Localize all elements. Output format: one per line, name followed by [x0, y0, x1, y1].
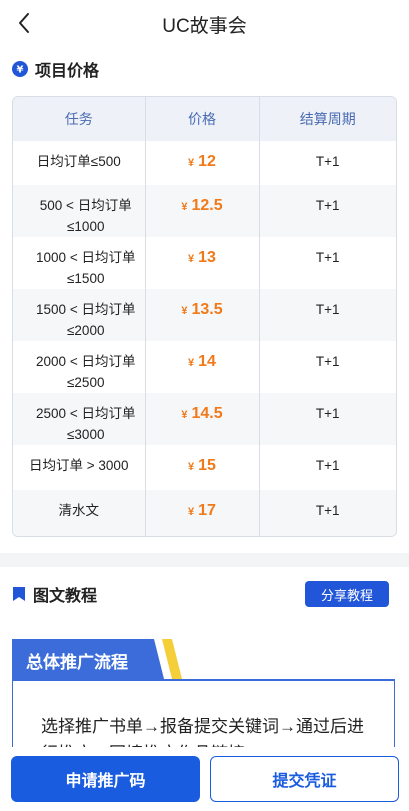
price-section-title: 项目价格 [35, 63, 100, 80]
price-value: 12.5 [191, 197, 223, 214]
table-row: 日均订单 > 3000 ¥15 T+1 [13, 445, 396, 490]
price-cell: ¥15 [144, 445, 259, 490]
task-cell: 2000 < 日均订单≤2500 [36, 354, 136, 390]
table-row: 2000 < 日均订单≤2500 ¥14 T+1 [13, 341, 396, 393]
yen-circle-icon: ¥ [12, 61, 28, 77]
currency-symbol: ¥ [188, 461, 195, 473]
period-cell: T+1 [258, 289, 396, 341]
section-divider [0, 553, 409, 567]
price-cell: ¥12 [144, 141, 259, 185]
price-value: 15 [198, 457, 216, 474]
price-value: 14.5 [191, 405, 223, 422]
price-value: 13.5 [191, 301, 223, 318]
price-cell: ¥13 [144, 237, 259, 289]
currency-symbol: ¥ [181, 409, 188, 421]
back-button[interactable] [10, 9, 38, 37]
currency-symbol: ¥ [188, 253, 195, 265]
task-cell: 日均订单≤500 [36, 154, 121, 169]
price-cell: ¥12.5 [144, 185, 259, 237]
task-cell: 2500 < 日均订单≤3000 [13, 393, 145, 445]
task-cell: 1000 < 日均订单≤1500 [36, 250, 136, 286]
column-header-period: 结算周期 [258, 97, 396, 141]
period-cell: T+1 [258, 141, 396, 185]
period-cell: T+1 [258, 490, 396, 536]
task-cell: 500 < 日均订单≤1000 [13, 185, 145, 237]
price-cell: ¥13.5 [144, 289, 259, 341]
price-value: 14 [198, 353, 216, 370]
currency-symbol: ¥ [188, 157, 195, 169]
price-value: 12 [198, 153, 216, 170]
submit-proof-button[interactable]: 提交凭证 [210, 756, 399, 802]
table-row: 清水文 ¥17 T+1 [13, 490, 396, 536]
period-cell: T+1 [258, 237, 396, 289]
price-section-header: ¥ 项目价格 [0, 48, 409, 90]
currency-symbol: ¥ [181, 305, 188, 317]
column-header-task: 任务 [13, 97, 145, 141]
price-section: ¥ 项目价格 任务 价格 结算周期 日均订单≤500 ¥12 T+1 500 <… [0, 48, 409, 553]
price-cell: ¥17 [144, 490, 259, 536]
task-cell: 清水文 [13, 490, 145, 536]
period-cell: T+1 [258, 341, 396, 393]
table-row: 2500 < 日均订单≤3000 ¥14.5 T+1 [13, 393, 396, 445]
price-cell: ¥14 [144, 341, 259, 393]
price-table: 任务 价格 结算周期 日均订单≤500 ¥12 T+1 500 < 日均订单≤1… [12, 96, 397, 537]
period-cell: T+1 [258, 445, 396, 490]
currency-symbol: ¥ [181, 201, 188, 213]
column-header-price: 价格 [144, 97, 259, 141]
price-value: 13 [198, 249, 216, 266]
table-row: 1000 < 日均订单≤1500 ¥13 T+1 [13, 237, 396, 289]
share-tutorial-button[interactable]: 分享教程 [305, 581, 389, 607]
apply-promo-code-button[interactable]: 申请推广码 [11, 756, 200, 802]
table-row: 日均订单≤500 ¥12 T+1 [13, 141, 396, 185]
flow-title-tab: 总体推广流程 [12, 639, 182, 679]
price-cell: ¥14.5 [144, 393, 259, 445]
table-header-row: 任务 价格 结算周期 [13, 97, 396, 141]
currency-symbol: ¥ [188, 357, 195, 369]
table-row: 1500 < 日均订单≤2000 ¥13.5 T+1 [13, 289, 396, 341]
task-cell: 1500 < 日均订单≤2000 [13, 289, 145, 341]
task-cell: 日均订单 > 3000 [29, 458, 129, 473]
bookmark-icon [12, 586, 26, 602]
table-row: 500 < 日均订单≤1000 ¥12.5 T+1 [13, 185, 396, 237]
period-cell: T+1 [258, 393, 396, 445]
nav-bar: UC故事会 [0, 0, 409, 48]
chevron-left-icon [19, 13, 29, 33]
svg-text:¥: ¥ [17, 65, 24, 76]
price-value: 17 [198, 502, 216, 519]
tutorial-section-title: 图文教程 [33, 588, 98, 605]
page-title: UC故事会 [162, 15, 247, 37]
flow-title: 总体推广流程 [26, 653, 128, 672]
bottom-action-bar: 申请推广码 提交凭证 [0, 747, 409, 811]
currency-symbol: ¥ [188, 506, 195, 518]
period-cell: T+1 [258, 185, 396, 237]
